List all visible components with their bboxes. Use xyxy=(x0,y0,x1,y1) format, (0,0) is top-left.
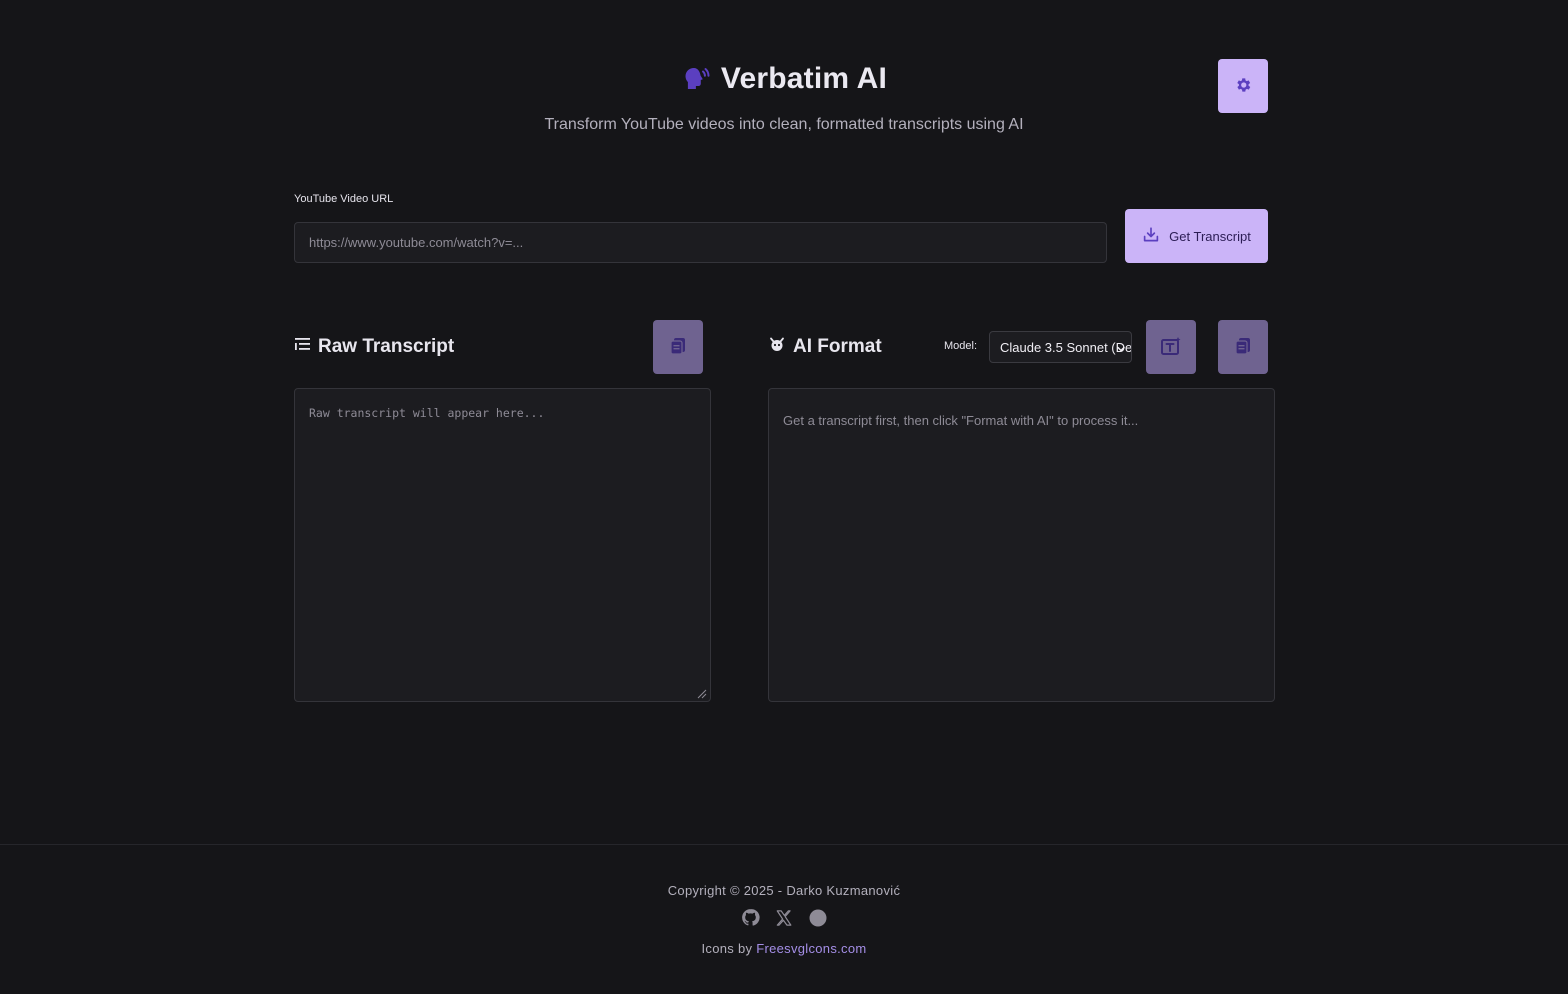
talking-head-icon xyxy=(681,64,711,94)
model-selected-value: Claude 3.5 Sonnet (Default) xyxy=(1000,339,1132,355)
social-links xyxy=(0,908,1568,932)
copy-icon xyxy=(668,336,688,359)
ai-format-heading: AI Format xyxy=(768,336,882,358)
circle-icon xyxy=(809,909,827,932)
copy-raw-transcript-button[interactable] xyxy=(653,320,703,374)
copy-ai-format-button[interactable] xyxy=(1218,320,1268,374)
icon-credits-link[interactable]: Freesvglcons.com xyxy=(756,941,866,956)
download-icon xyxy=(1142,226,1160,247)
settings-button[interactable] xyxy=(1218,59,1268,113)
raw-transcript-title: Raw Transcript xyxy=(318,336,455,357)
chevron-down-icon xyxy=(1116,342,1126,357)
gear-icon xyxy=(1234,76,1252,97)
app-header: Verbatim AI xyxy=(0,62,1568,96)
url-label: YouTube Video URL xyxy=(294,193,394,205)
x-icon xyxy=(775,909,793,932)
resize-handle-icon[interactable] xyxy=(695,686,707,704)
credits-prefix: Icons by xyxy=(701,941,757,956)
get-transcript-button[interactable]: Get Transcript xyxy=(1125,209,1268,263)
ai-format-placeholder: Get a transcript first, then click "Form… xyxy=(783,413,1139,428)
icon-credits: Icons by Freesvglcons.com xyxy=(0,941,1568,956)
model-label: Model: xyxy=(944,340,978,352)
list-icon xyxy=(294,336,311,358)
youtube-url-input[interactable] xyxy=(294,222,1107,263)
get-transcript-label: Get Transcript xyxy=(1169,228,1251,244)
raw-transcript-heading: Raw Transcript xyxy=(294,336,454,358)
copy-icon xyxy=(1233,336,1253,359)
model-select[interactable]: Claude 3.5 Sonnet (Default) xyxy=(989,331,1132,363)
app-page: Verbatim AI Transform YouTube videos int… xyxy=(0,0,1568,994)
footer: Copyright © 2025 - Darko Kuzmanović Icon… xyxy=(0,844,1568,994)
website-link[interactable] xyxy=(808,909,828,932)
ai-format-title: AI Format xyxy=(793,336,882,357)
x-link[interactable] xyxy=(774,909,794,932)
ai-format-icon xyxy=(1160,336,1182,359)
raw-transcript-textarea[interactable] xyxy=(294,388,711,702)
github-link[interactable] xyxy=(740,908,760,932)
format-with-ai-button[interactable] xyxy=(1146,320,1196,374)
copyright-text: Copyright © 2025 - Darko Kuzmanović xyxy=(667,883,901,898)
app-title: Verbatim AI xyxy=(720,62,888,95)
ai-format-output[interactable]: Get a transcript first, then click "Form… xyxy=(768,388,1275,702)
github-icon xyxy=(741,908,760,932)
app-subtitle: Transform YouTube videos into clean, for… xyxy=(544,116,1024,133)
sparkle-bot-icon xyxy=(768,336,786,358)
